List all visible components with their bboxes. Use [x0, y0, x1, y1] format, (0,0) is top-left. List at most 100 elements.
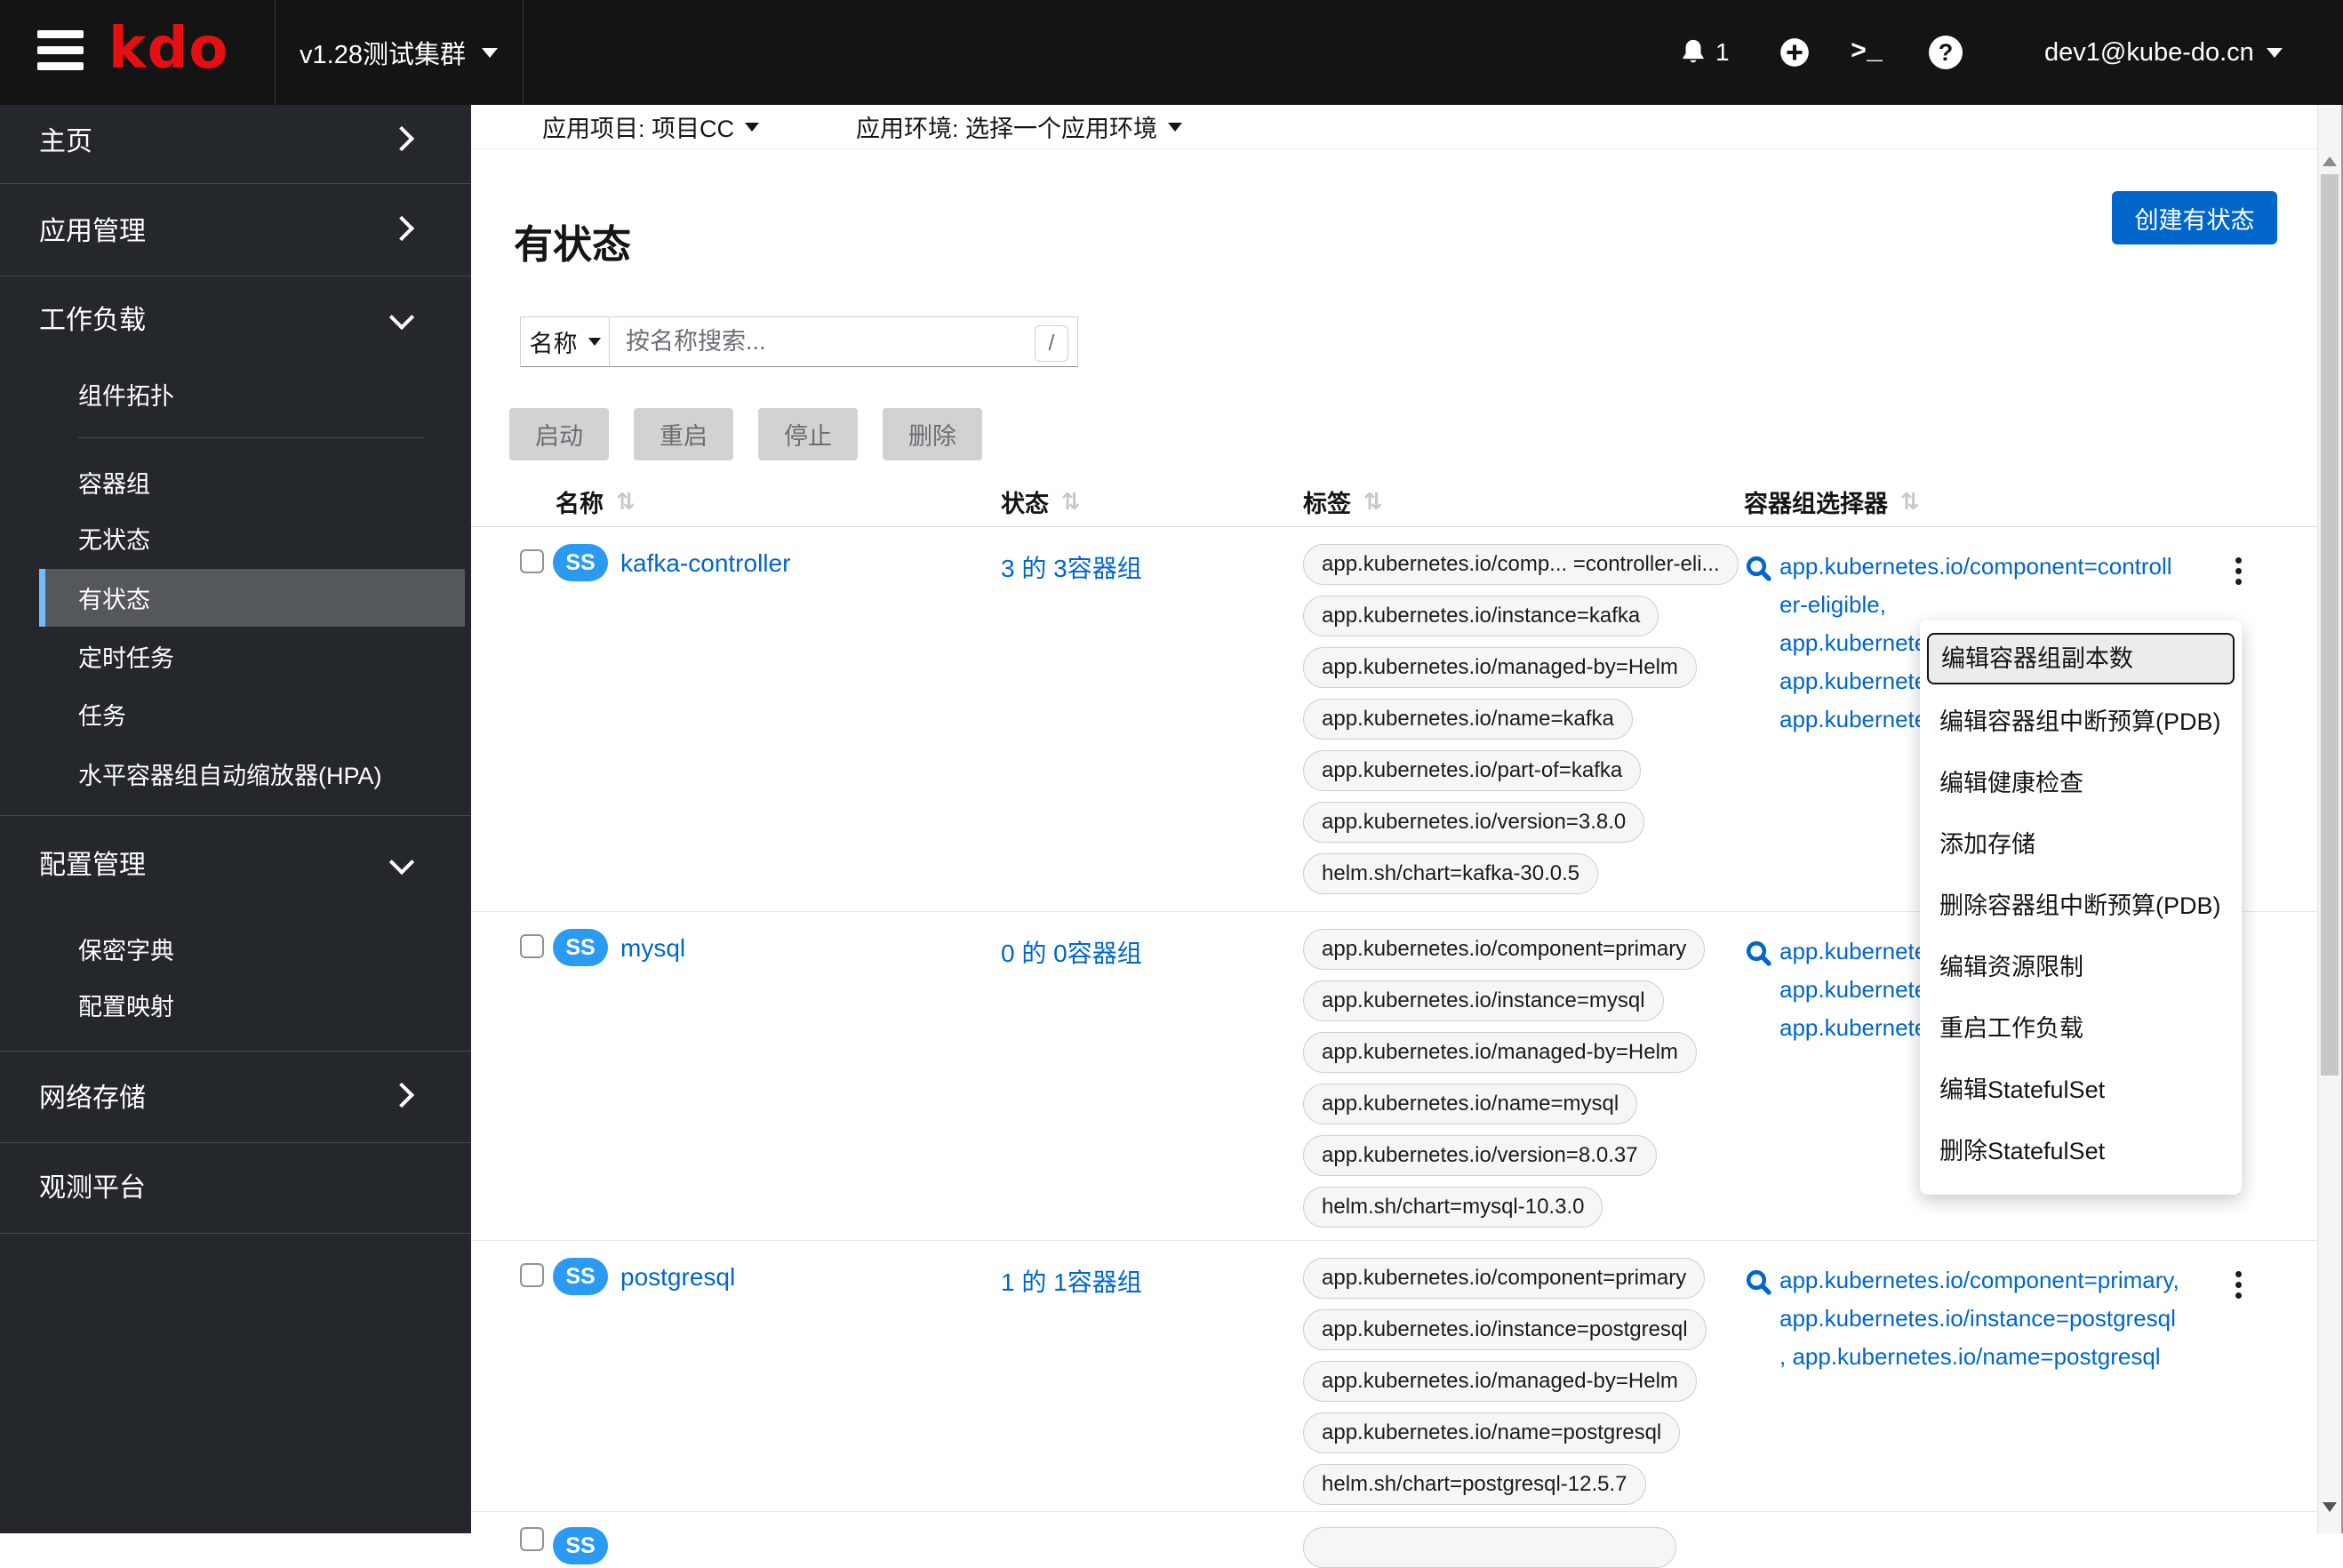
app-logo[interactable]: kdo — [108, 16, 228, 82]
start-button[interactable]: 启动 — [509, 408, 609, 460]
stop-button[interactable]: 停止 — [758, 408, 858, 460]
menu-item-restart-workload[interactable]: 重启工作负载 — [1920, 998, 2242, 1060]
scroll-down-arrow-icon[interactable] — [2323, 1502, 2337, 1512]
sidebar-item-network-storage[interactable]: 网络存储 — [0, 1068, 471, 1122]
terminal-icon: >_ — [1851, 37, 1883, 68]
scroll-up-arrow-icon[interactable] — [2323, 156, 2337, 166]
column-header-selector: 容器组选择器 — [1744, 491, 1888, 517]
sort-icon[interactable]: ⇅ — [1363, 489, 1383, 516]
sidebar-item-observability[interactable]: 观测平台 — [0, 1158, 471, 1212]
plus-circle-icon — [1778, 36, 1811, 69]
cluster-selector-label: v1.28测试集群 — [300, 41, 466, 69]
vertical-scrollbar[interactable] — [2317, 105, 2343, 1533]
context-toolbar: 应用项目: 项目CC 应用环境: 选择一个应用环境 — [471, 105, 2317, 149]
sidebar-item-label: 工作负载 — [39, 306, 146, 335]
cluster-selector[interactable]: v1.28测试集群 — [275, 0, 523, 105]
sidebar-item-configmaps[interactable]: 配置映射 — [0, 978, 471, 1031]
sidebar-item-label: 容器组 — [78, 470, 150, 498]
pod-selector-link[interactable]: app.kubernetes.io/component=primary, app… — [1744, 1261, 2179, 1376]
sidebar-item-label: 任务 — [78, 702, 126, 730]
quick-create-button[interactable] — [1778, 0, 1811, 105]
sidebar-item-app-management[interactable]: 应用管理 — [0, 202, 471, 255]
chevron-down-icon — [388, 849, 415, 876]
delete-button[interactable]: 删除 — [883, 408, 982, 460]
workload-name-link[interactable]: postgresql — [620, 1263, 735, 1292]
menu-item-edit-resource-limits[interactable]: 编辑资源限制 — [1920, 937, 2242, 998]
selector-text: app.kubernetes.io/instance=postgresql — [1779, 1305, 2176, 1332]
column-header-labels: 标签 — [1303, 491, 1351, 517]
project-dropdown[interactable]: 应用项目: 项目CC — [542, 105, 759, 148]
masthead-divider — [523, 0, 524, 105]
sidebar-item-home[interactable]: 主页 — [0, 112, 471, 165]
sidebar-item-label: 主页 — [39, 127, 92, 156]
label-tag: app.kubernetes.io/instance=postgresql — [1303, 1309, 1707, 1350]
label-tag: helm.sh/chart=mysql-10.3.0 — [1303, 1187, 1603, 1228]
question-circle-icon: ? — [1929, 36, 1963, 69]
sidebar-item-jobs[interactable]: 任务 — [0, 687, 471, 740]
sidebar-item-pods[interactable]: 容器组 — [0, 455, 471, 508]
restart-button[interactable]: 重启 — [634, 408, 733, 460]
menu-item-edit-pdb[interactable]: 编辑容器组中断预算(PDB) — [1920, 692, 2242, 753]
help-button[interactable]: ? — [1929, 0, 1963, 105]
sidebar-item-cronjobs[interactable]: 定时任务 — [0, 629, 471, 683]
sidebar-item-label: 应用管理 — [39, 217, 146, 246]
menu-item-edit-pod-count[interactable]: 编辑容器组副本数 — [1927, 633, 2235, 684]
sidebar: 主页 应用管理 工作负载 组件拓扑 容器组 无状态 有状态 定时任务 任务 水平… — [0, 105, 471, 1533]
environment-dropdown[interactable]: 应用环境: 选择一个应用环境 — [856, 105, 1183, 148]
row-checkbox[interactable] — [520, 1527, 544, 1551]
row-checkbox[interactable] — [520, 549, 544, 573]
sidebar-divider — [0, 183, 471, 184]
sidebar-item-config-management[interactable]: 配置管理 — [0, 836, 471, 889]
statefulset-badge: SS — [553, 929, 608, 966]
table-row-partial: SS — [471, 1511, 2317, 1568]
create-statefulset-button[interactable]: 创建有状态 — [2112, 191, 2277, 244]
workload-name-link[interactable]: mysql — [620, 934, 685, 963]
sidebar-item-label: 配置映射 — [78, 993, 174, 1020]
labels-list: app.kubernetes.io/component=primary app.… — [1303, 1258, 1707, 1505]
sidebar-item-stateful-current[interactable]: 有状态 — [39, 569, 465, 627]
label-tag: app.kubernetes.io/name=postgresql — [1303, 1412, 1681, 1453]
workload-name-link[interactable]: kafka-controller — [620, 549, 790, 578]
menu-item-delete-pdb[interactable]: 删除容器组中断预算(PDB) — [1920, 876, 2242, 937]
sidebar-item-hpa[interactable]: 水平容器组自动缩放器(HPA) — [0, 747, 471, 800]
filter-attribute-select[interactable]: 名称 — [520, 316, 610, 367]
user-menu[interactable]: dev1@kube-do.cn — [2044, 0, 2283, 105]
selector-text: app.kubernetes.io/component=primary, — [1779, 1267, 2179, 1293]
row-checkbox[interactable] — [520, 934, 544, 958]
sidebar-item-secrets[interactable]: 保密字典 — [0, 922, 471, 975]
label-tag: app.kubernetes.io/version=8.0.37 — [1303, 1135, 1657, 1176]
notifications-button[interactable]: 1 — [1678, 0, 1730, 105]
sort-icon[interactable]: ⇅ — [1900, 489, 1920, 516]
kebab-menu-button[interactable] — [2220, 1265, 2256, 1304]
web-terminal-button[interactable]: >_ — [1851, 0, 1883, 105]
search-box: / — [610, 316, 1078, 367]
page-title: 有状态 — [514, 223, 631, 268]
kebab-menu-button[interactable] — [2220, 551, 2256, 590]
search-input[interactable] — [610, 317, 1077, 366]
pods-status-link[interactable]: 1 的 1容器组 — [1001, 1263, 1142, 1299]
statefulset-badge: SS — [553, 1258, 608, 1295]
menu-item-edit-health-check[interactable]: 编辑健康检查 — [1920, 753, 2242, 814]
sidebar-item-label: 网络存储 — [39, 1084, 146, 1113]
sidebar-item-topology[interactable]: 组件拓扑 — [0, 367, 471, 420]
pods-status-link[interactable]: 3 的 3容器组 — [1001, 549, 1142, 585]
row-checkbox[interactable] — [520, 1263, 544, 1287]
sort-icon[interactable]: ⇅ — [1061, 489, 1081, 516]
menu-item-add-storage[interactable]: 添加存储 — [1920, 814, 2242, 876]
sidebar-item-label: 组件拓扑 — [78, 382, 174, 410]
sidebar-item-label: 定时任务 — [78, 644, 174, 672]
label-tag: app.kubernetes.io/version=3.8.0 — [1303, 802, 1645, 843]
nav-toggle-icon[interactable] — [37, 30, 84, 73]
sort-icon[interactable]: ⇅ — [616, 489, 636, 516]
sidebar-item-stateless[interactable]: 无状态 — [0, 511, 471, 564]
pods-status-link[interactable]: 0 的 0容器组 — [1001, 934, 1142, 970]
menu-item-delete-statefulset[interactable]: 删除StatefulSet — [1920, 1121, 2242, 1182]
scrollbar-thumb[interactable] — [2321, 174, 2339, 1076]
chevron-down-icon — [745, 122, 759, 132]
sidebar-item-label: 无状态 — [78, 526, 150, 554]
menu-item-edit-statefulset[interactable]: 编辑StatefulSet — [1920, 1060, 2242, 1121]
label-tag: app.kubernetes.io/instance=kafka — [1303, 596, 1659, 636]
sidebar-item-workloads[interactable]: 工作负载 — [0, 291, 471, 344]
label-tag: app.kubernetes.io/managed-by=Helm — [1303, 1032, 1697, 1073]
masthead: kdo v1.28测试集群 1 >_ ? dev1@kube-do.cn — [0, 0, 2343, 105]
